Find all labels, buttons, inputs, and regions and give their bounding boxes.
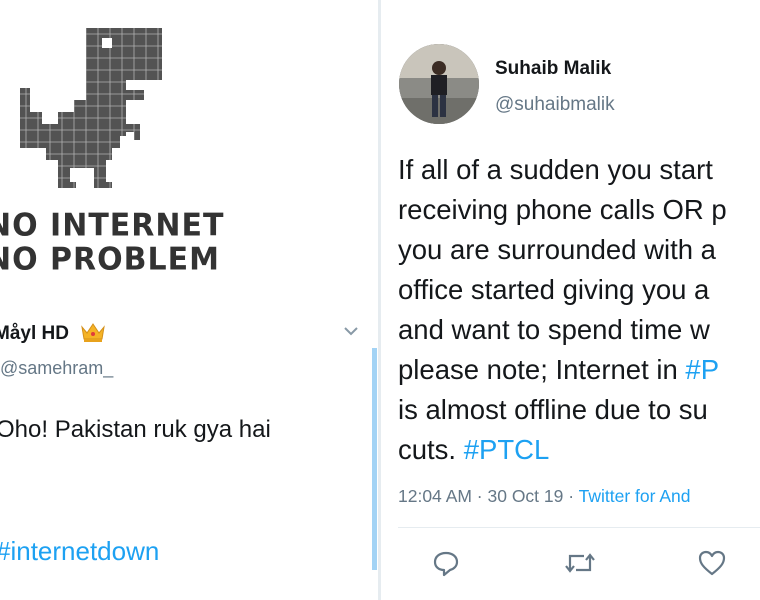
tweet-text-line: is almost offline due to su	[398, 390, 727, 430]
like-icon[interactable]	[697, 548, 727, 578]
meme-text-no-internet: NO INTERNET	[0, 207, 225, 244]
left-hashtag-link[interactable]: #internetdown	[0, 536, 159, 567]
tweet-source-link[interactable]: Twitter for And	[579, 486, 691, 506]
chevron-down-icon[interactable]	[342, 322, 360, 340]
crown-icon	[81, 323, 105, 342]
tweet-text-line: and want to spend time w	[398, 310, 727, 350]
tweet-text-segment: office started giving you a	[398, 274, 710, 305]
separator	[398, 527, 760, 528]
reply-icon[interactable]	[431, 548, 461, 578]
dino-icon	[18, 28, 168, 188]
retweet-icon[interactable]	[564, 548, 596, 578]
tweet-text-segment: and want to spend time w	[398, 314, 710, 345]
avatar-photo	[399, 44, 479, 124]
tweet-text-segment: please note; Internet in	[398, 354, 686, 385]
tweet-text-segment: is almost offline due to su	[398, 394, 708, 425]
right-tweet-text: If all of a sudden you start receiving ph…	[398, 150, 727, 470]
avatar[interactable]	[399, 44, 479, 124]
tweet-text-line: please note; Internet in #P	[398, 350, 727, 390]
tweet-text-line: you are surrounded with a	[398, 230, 727, 270]
tweet-text-line: receiving phone calls OR p	[398, 190, 727, 230]
right-user-handle[interactable]: @suhaibmalik	[495, 94, 615, 116]
tweet-text-line: office started giving you a	[398, 270, 727, 310]
left-tweet-panel: NO INTERNET NO PROBLEM Måyl HD @samehram…	[0, 0, 378, 600]
tweet-text-line: If all of a sudden you start	[398, 150, 727, 190]
left-tweet-text: Oho! Pakistan ruk gya hai	[0, 416, 271, 443]
right-tweet-panel: Suhaib Malik @suhaibmalik If all of a su…	[381, 0, 760, 600]
hashtag-link[interactable]: #P	[685, 354, 719, 385]
left-user-name[interactable]: Måyl HD	[0, 323, 69, 345]
left-user-handle[interactable]: @samehram_	[0, 358, 113, 379]
tweet-text-line: cuts. #PTCL	[398, 430, 727, 470]
tweet-text-segment: receiving phone calls OR p	[398, 194, 727, 225]
tweet-text-segment: If all of a sudden you start	[398, 154, 713, 185]
tweet-text-segment: cuts.	[398, 434, 464, 465]
tweet-metadata: 12:04 AM · 30 Oct 19 · Twitter for And	[398, 486, 690, 507]
tweet-timestamp[interactable]: 12:04 AM · 30 Oct 19 ·	[398, 486, 579, 506]
tweet-text-segment: you are surrounded with a	[398, 234, 716, 265]
meme-text-no-problem: NO PROBLEM	[0, 241, 220, 278]
right-user-name[interactable]: Suhaib Malik	[495, 58, 611, 80]
thread-line	[372, 348, 377, 570]
hashtag-link[interactable]: #PTCL	[464, 434, 550, 465]
